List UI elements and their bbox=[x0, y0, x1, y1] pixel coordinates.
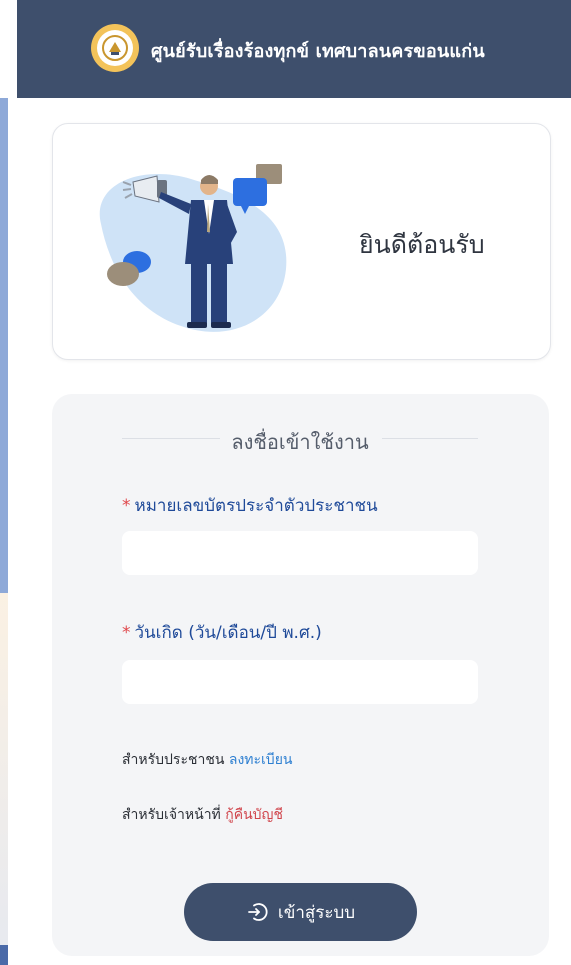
login-card: ลงชื่อเข้าใช้งาน * หมายเลขบัตรประจำตัวประ… bbox=[52, 394, 549, 956]
businessman-megaphone-illustration bbox=[99, 164, 287, 332]
login-button[interactable]: เข้าสู่ระบบ bbox=[184, 883, 417, 941]
city-seal-logo bbox=[91, 24, 139, 72]
required-mark: * bbox=[122, 496, 131, 516]
header-title: ศูนย์รับเรื่องร้องทุกข์ เทศบาลนครขอนแก่น bbox=[151, 41, 485, 62]
staff-prefix: สำหรับเจ้าหน้าที่ bbox=[122, 807, 221, 823]
required-mark: * bbox=[122, 623, 131, 643]
background-strip bbox=[0, 98, 8, 593]
id-number-label: * หมายเลขบัตรประจำตัวประชาชน bbox=[122, 496, 378, 516]
citizen-prefix: สำหรับประชาชน bbox=[122, 752, 225, 768]
staff-recover-row: สำหรับเจ้าหน้าที่ กู้คืนบัญชี bbox=[122, 804, 283, 826]
register-link[interactable]: ลงทะเบียน bbox=[229, 752, 293, 768]
birthdate-input[interactable] bbox=[122, 660, 478, 704]
welcome-text: ยินดีต้อนรับ bbox=[359, 230, 485, 259]
birthdate-label: * วันเกิด (วัน/เดือน/ปี พ.ศ.) bbox=[122, 623, 322, 643]
login-button-label: เข้าสู่ระบบ bbox=[277, 902, 356, 923]
background-strip bbox=[0, 593, 8, 965]
background-strip bbox=[0, 945, 8, 965]
recover-account-link[interactable]: กู้คืนบัญชี bbox=[225, 807, 283, 823]
welcome-card: ยินดีต้อนรับ bbox=[52, 123, 551, 360]
login-arrow-icon bbox=[247, 903, 268, 921]
id-number-input[interactable] bbox=[122, 531, 478, 575]
login-heading: ลงชื่อเข้าใช้งาน bbox=[231, 430, 369, 454]
citizen-register-row: สำหรับประชาชน ลงทะเบียน bbox=[122, 749, 292, 771]
app-header: ศูนย์รับเรื่องร้องทุกข์ เทศบาลนครขอนแก่น bbox=[17, 0, 571, 98]
